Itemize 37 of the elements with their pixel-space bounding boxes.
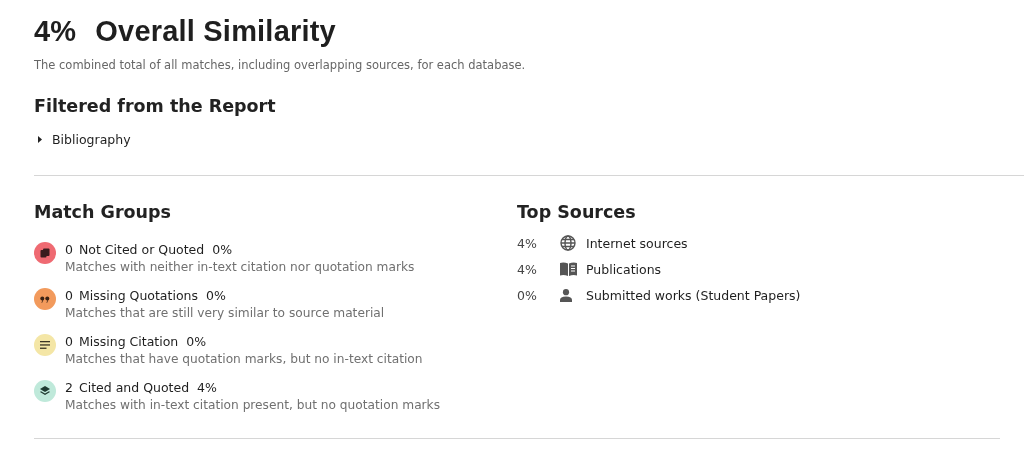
source-label[interactable]: Submitted works (Student Papers) xyxy=(586,287,801,303)
filter-item[interactable]: Bibliography xyxy=(52,132,131,147)
person-icon xyxy=(560,288,572,302)
layers-icon xyxy=(40,386,50,396)
quote-icon xyxy=(40,295,50,303)
source-percent: 4% xyxy=(517,261,538,277)
match-count: 2 xyxy=(65,380,73,396)
match-count: 0 xyxy=(65,242,73,258)
match-percent: 0% xyxy=(205,288,226,304)
section-heading: Filtered from the Report xyxy=(34,96,276,116)
match-group-label[interactable]: Not Cited or Quoted xyxy=(78,242,205,258)
match-percent: 0% xyxy=(212,242,233,258)
section-heading: Match Groups xyxy=(34,202,171,222)
source-label[interactable]: Publications xyxy=(586,261,662,277)
match-count: 0 xyxy=(65,288,73,304)
page-title: Overall Similarity xyxy=(95,14,336,48)
match-percent: 4% xyxy=(197,380,217,396)
source-percent: 0% xyxy=(517,287,538,303)
match-group-label[interactable]: Cited and Quoted xyxy=(78,380,190,396)
match-group-description: Matches with neither in-text citation nor quotation marks xyxy=(65,260,415,274)
match-percent: 0% xyxy=(186,334,207,350)
document-stack-icon xyxy=(40,248,50,258)
match-group-description: Matches that are still very similar to source material xyxy=(65,306,385,320)
match-group-label[interactable]: Missing Quotations xyxy=(78,288,198,304)
section-heading: Top Sources xyxy=(517,202,636,222)
match-group-label[interactable]: Missing Citation xyxy=(78,334,179,350)
caret-icon[interactable] xyxy=(38,136,42,143)
lines-icon xyxy=(40,341,50,349)
match-count: 0 xyxy=(65,334,73,350)
source-percent: 4% xyxy=(517,235,538,251)
match-group-description: Matches with in-text citation present, but no quotation marks xyxy=(65,398,440,412)
similarity-percent: 4% xyxy=(34,14,77,48)
source-label[interactable]: Internet sources xyxy=(586,235,688,251)
match-group-description: Matches that have quotation marks, but no in-text citation xyxy=(65,352,423,366)
globe-icon xyxy=(560,235,576,251)
description-text: The combined total of all matches, including overlapping sources, for each database. xyxy=(34,58,526,72)
book-icon xyxy=(560,262,577,276)
